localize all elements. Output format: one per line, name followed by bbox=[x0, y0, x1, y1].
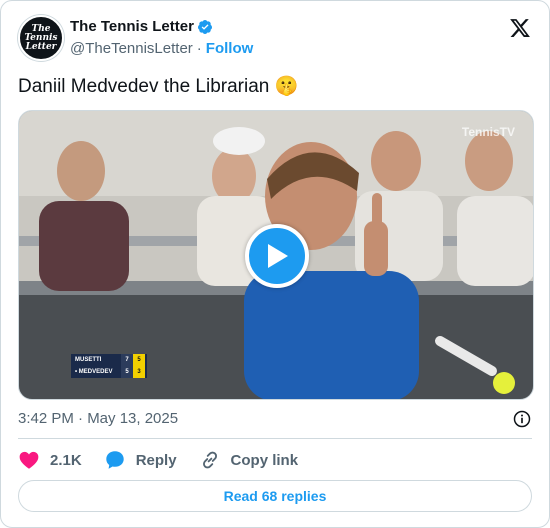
x-logo-icon[interactable] bbox=[508, 17, 532, 39]
video-watermark: TennisTV bbox=[461, 125, 515, 139]
copy-link-label: Copy link bbox=[230, 451, 299, 469]
handle-separator: · bbox=[196, 40, 202, 57]
tweet-header: The Tennis Letter The Tennis Letter @The… bbox=[18, 15, 532, 61]
tweet-timestamp[interactable]: 3:42 PM · May 13, 2025 bbox=[18, 410, 178, 427]
author-handle-row: @TheTennisLetter · Follow bbox=[70, 40, 253, 57]
avatar[interactable]: The Tennis Letter bbox=[18, 15, 64, 61]
tweet-actions: 2.1K Reply Copy link bbox=[18, 448, 320, 472]
follow-button[interactable]: Follow bbox=[206, 40, 254, 57]
copy-link-button[interactable]: Copy link bbox=[199, 449, 299, 471]
verified-badge-icon bbox=[197, 19, 212, 34]
reply-bubble-icon bbox=[105, 451, 124, 469]
scoreboard-player: • MEDVEDEV bbox=[75, 369, 113, 375]
divider bbox=[18, 438, 532, 439]
tweet-text: Daniil Medvedev the Librarian 🤫 bbox=[18, 76, 299, 97]
info-icon[interactable] bbox=[512, 409, 532, 429]
reply-button[interactable]: Reply bbox=[104, 449, 177, 471]
scoreboard-player: MUSETTI bbox=[75, 357, 102, 363]
play-button[interactable] bbox=[245, 224, 309, 288]
scoreboard-games: 3 bbox=[133, 366, 145, 378]
link-icon bbox=[202, 451, 217, 469]
video-thumbnail[interactable]: TennisTV MUSETTI 7 5 • MEDVEDEV 5 3 bbox=[18, 110, 534, 400]
avatar-text-line-3: Letter bbox=[25, 41, 57, 52]
read-replies-button[interactable]: Read 68 replies bbox=[18, 480, 532, 512]
author-handle[interactable]: @TheTennisLetter bbox=[70, 40, 193, 57]
scoreboard-player-name: MEDVEDEV bbox=[78, 369, 113, 375]
scoreboard-sets: 7 bbox=[121, 354, 133, 366]
like-count: 2.1K bbox=[50, 451, 82, 469]
author-name-row: The Tennis Letter bbox=[70, 18, 213, 35]
reply-label: Reply bbox=[135, 451, 177, 469]
like-button[interactable]: 2.1K bbox=[18, 449, 82, 471]
scoreboard-row: MUSETTI 7 5 bbox=[71, 354, 147, 366]
heart-icon bbox=[19, 451, 39, 469]
author-display-name[interactable]: The Tennis Letter bbox=[70, 18, 194, 35]
scoreboard: MUSETTI 7 5 • MEDVEDEV 5 3 bbox=[71, 354, 147, 378]
play-icon bbox=[268, 244, 288, 268]
scoreboard-row: • MEDVEDEV 5 3 bbox=[71, 366, 147, 378]
tweet-card: The Tennis Letter The Tennis Letter @The… bbox=[0, 0, 550, 528]
scoreboard-sets: 5 bbox=[121, 366, 133, 378]
scoreboard-games: 5 bbox=[133, 354, 145, 366]
